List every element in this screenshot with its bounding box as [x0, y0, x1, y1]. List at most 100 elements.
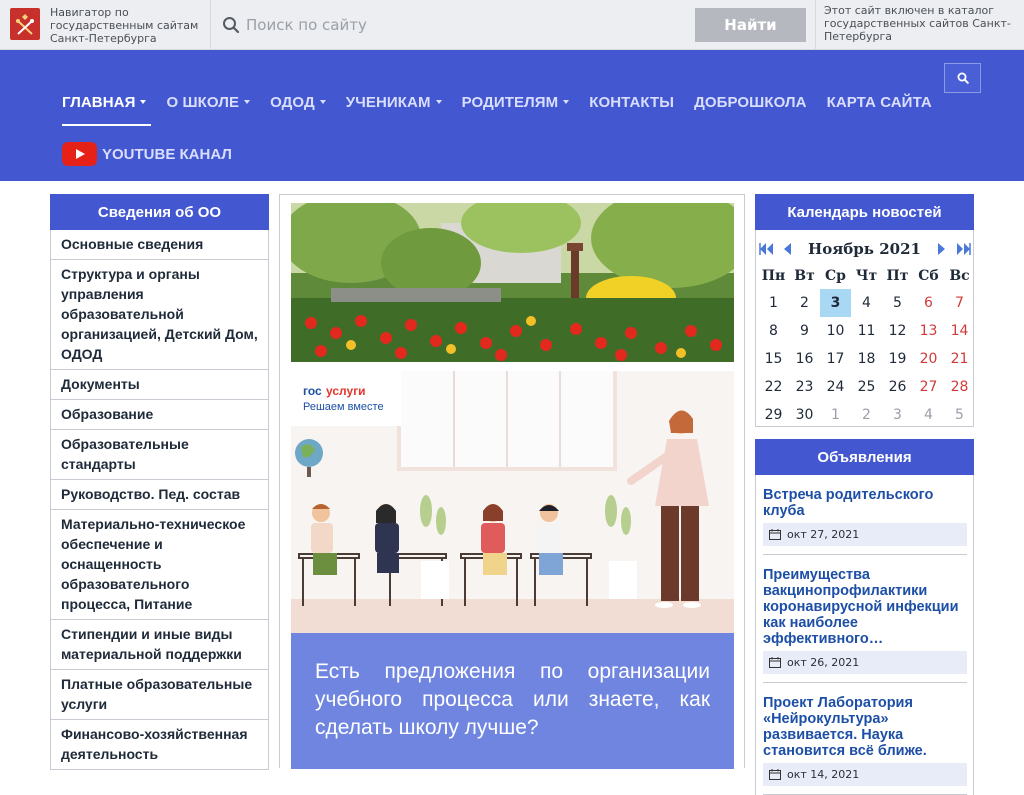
calendar-day[interactable]: 29	[758, 401, 789, 429]
calendar-grid: Пн Вт Ср Чт Пт Сб Вс 1 2 3 4 5 6 7 8 9 1…	[758, 262, 973, 429]
nav-item-sitemap[interactable]: КАРТА САЙТА	[827, 94, 932, 111]
weekday-label: Сб	[918, 267, 939, 284]
calendar-day[interactable]: 9	[789, 317, 820, 345]
calendar-day[interactable]: 24	[820, 373, 851, 401]
calendar-day-next-month[interactable]: 3	[882, 401, 913, 429]
calendar-day[interactable]: 4	[851, 289, 882, 317]
calendar-title: Календарь новостей	[755, 194, 974, 230]
sidebar-item-finance[interactable]: Финансово-хозяйственная деятельность	[51, 720, 268, 770]
calendar-day[interactable]: 21	[944, 345, 975, 373]
nav-item-label: КАРТА САЙТА	[826, 93, 932, 111]
calendar-day[interactable]: 10	[820, 317, 851, 345]
divider	[815, 0, 816, 50]
header-search-button[interactable]	[944, 63, 981, 93]
announcement-date: окт 14, 2021	[763, 763, 967, 786]
nav-item-students[interactable]: УЧЕНИКАМ	[346, 94, 442, 111]
announcement-item: Встреча родительского клуба окт 27, 2021	[763, 475, 967, 555]
sidebar-item-standards[interactable]: Образовательные стандарты	[51, 430, 268, 480]
announcement-item: Проект Лаборатория «Нейрокультура» разви…	[763, 683, 967, 795]
right-sidebar: Календарь новостей Ноябрь 2021 Пн Вт Ср …	[755, 194, 974, 795]
weekday-label: Ср	[825, 267, 846, 284]
gov-navigator-link[interactable]: Навигатор по государственным сайтам Санк…	[50, 6, 200, 45]
calendar-day[interactable]: 17	[820, 345, 851, 373]
calendar-day[interactable]: 2	[789, 289, 820, 317]
sidebar-item-paid-services[interactable]: Платные образовательные услуги	[51, 670, 268, 720]
announcement-date-text: окт 26, 2021	[787, 656, 860, 669]
calendar-day[interactable]: 27	[913, 373, 944, 401]
weekday-label: Пн	[761, 267, 786, 284]
youtube-label: YOUTUBE КАНАЛ	[102, 145, 232, 163]
gosuslugi-logo-prefix: гос	[303, 384, 322, 398]
main-navigation: ГЛАВНАЯ О ШКОЛЕ ОДОД УЧЕНИКАМ РОДИТЕЛЯМ …	[62, 90, 952, 114]
nav-item-odod[interactable]: ОДОД	[270, 94, 326, 111]
calendar-day[interactable]: 25	[851, 373, 882, 401]
calendar-day[interactable]: 30	[789, 401, 820, 429]
calendar-day-next-month[interactable]: 5	[944, 401, 975, 429]
calendar-day[interactable]: 13	[913, 317, 944, 345]
sidebar-menu: Основные сведения Структура и органы упр…	[50, 230, 269, 770]
calendar-day[interactable]: 16	[789, 345, 820, 373]
calendar-day[interactable]: 22	[758, 373, 789, 401]
active-nav-underline	[62, 124, 151, 126]
sidebar-item-structure[interactable]: Структура и органы управления образовате…	[51, 260, 268, 370]
calendar-day-next-month[interactable]: 4	[913, 401, 944, 429]
announcement-link[interactable]: Проект Лаборатория «Нейрокультура» разви…	[763, 695, 967, 759]
calendar-day[interactable]: 12	[882, 317, 913, 345]
chevron-right-icon[interactable]	[937, 242, 947, 256]
sidebar-item-scholarships[interactable]: Стипендии и иные виды материальной подде…	[51, 620, 268, 670]
gov-search-button[interactable]: Найти	[695, 8, 806, 42]
nav-item-contacts[interactable]: КОНТАКТЫ	[589, 94, 674, 111]
calendar-day[interactable]: 8	[758, 317, 789, 345]
calendar-day-next-month[interactable]: 1	[820, 401, 851, 429]
gosuslugi-banner[interactable]: гос услуги Решаем вместе Есть предложени…	[291, 371, 734, 769]
calendar-day[interactable]: 1	[758, 289, 789, 317]
announcement-item: Преимущества вакцинопрофилактики коронав…	[763, 555, 967, 683]
youtube-icon	[62, 142, 97, 166]
calendar-day[interactable]: 28	[944, 373, 975, 401]
divider	[210, 0, 211, 50]
nav-item-home[interactable]: ГЛАВНАЯ	[62, 93, 147, 111]
calendar-icon	[769, 657, 781, 668]
nav-item-dobroschool[interactable]: ДОБРОШКОЛА	[694, 94, 807, 111]
double-chevron-right-icon[interactable]	[955, 242, 971, 256]
nav-item-label: ДОБРОШКОЛА	[694, 93, 807, 111]
nav-item-label: РОДИТЕЛЯМ	[461, 93, 559, 111]
sidebar-item-basic-info[interactable]: Основные сведения	[51, 230, 268, 260]
calendar-day[interactable]: 14	[944, 317, 975, 345]
calendar-day[interactable]: 15	[758, 345, 789, 373]
sidebar-item-documents[interactable]: Документы	[51, 370, 268, 400]
sidebar-item-facilities[interactable]: Материально-техническое обеспечение и ос…	[51, 510, 268, 620]
calendar-day[interactable]: 11	[851, 317, 882, 345]
chevron-down-icon	[563, 100, 570, 104]
calendar-day[interactable]: 26	[882, 373, 913, 401]
gosuslugi-logo-suffix: услуги	[326, 384, 366, 398]
weekday-label: Пт	[886, 267, 909, 284]
announcement-link[interactable]: Преимущества вакцинопрофилактики коронав…	[763, 567, 967, 647]
calendar-day[interactable]: 18	[851, 345, 882, 373]
calendar-day[interactable]: 20	[913, 345, 944, 373]
calendar-day[interactable]: 7	[944, 289, 975, 317]
announcement-link[interactable]: Встреча родительского клуба	[763, 487, 967, 519]
calendar-day[interactable]: 5	[882, 289, 913, 317]
gov-search-input[interactable]	[246, 10, 686, 40]
calendar-day[interactable]: 19	[882, 345, 913, 373]
sidebar-item-education[interactable]: Образование	[51, 400, 268, 430]
sidebar: Сведения об ОО Основные сведения Структу…	[50, 194, 269, 770]
weekday-label: Вт	[794, 267, 815, 284]
calendar-day-next-month[interactable]: 2	[851, 401, 882, 429]
sidebar-item-staff[interactable]: Руководство. Пед. состав	[51, 480, 268, 510]
spb-coat-of-arms-icon[interactable]	[10, 8, 40, 40]
calendar-nav: Ноябрь 2021	[756, 236, 973, 262]
gov-catalog-link[interactable]: Этот сайт включен в каталог государствен…	[824, 4, 1019, 43]
youtube-channel-link[interactable]: YOUTUBE КАНАЛ	[62, 142, 232, 166]
nav-item-label: ГЛАВНАЯ	[62, 93, 136, 111]
calendar-day-today[interactable]: 3	[820, 289, 851, 317]
calendar-day[interactable]: 6	[913, 289, 944, 317]
nav-item-parents[interactable]: РОДИТЕЛЯМ	[462, 94, 570, 111]
announcements-title: Объявления	[755, 439, 974, 475]
sidebar-title: Сведения об ОО	[50, 194, 269, 230]
announcement-date: окт 26, 2021	[763, 651, 967, 674]
calendar-day[interactable]: 23	[789, 373, 820, 401]
nav-item-label: КОНТАКТЫ	[589, 93, 675, 111]
nav-item-about-school[interactable]: О ШКОЛЕ	[166, 94, 251, 111]
